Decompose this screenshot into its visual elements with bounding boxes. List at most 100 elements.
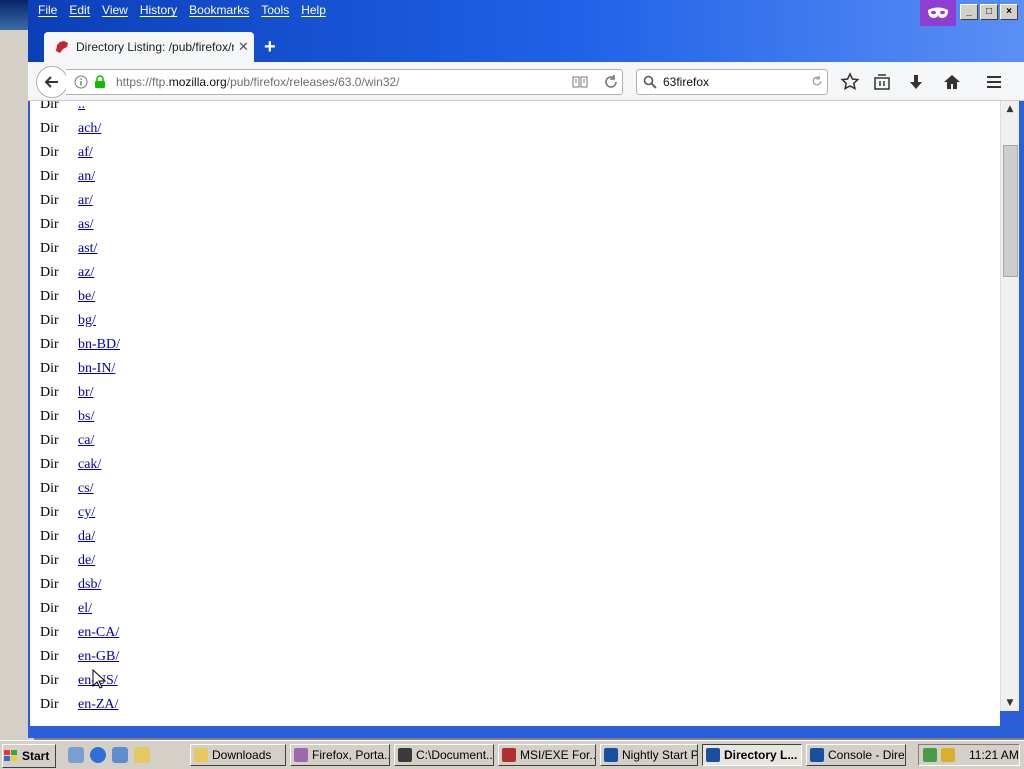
taskbar-task[interactable]: Directory L... — [702, 744, 802, 766]
task-app-icon — [706, 748, 720, 762]
vertical-scrollbar[interactable]: ▲ ▼ — [1000, 101, 1019, 711]
listing-row: Dir be/ — [40, 285, 120, 309]
new-tab-button[interactable]: + — [264, 36, 276, 59]
listing-row: Dir ach/ — [40, 117, 120, 141]
task-app-icon — [398, 748, 412, 762]
taskbar-task[interactable]: Downloads — [190, 744, 286, 766]
library-icon[interactable] — [872, 72, 892, 92]
directory-link[interactable]: ast/ — [78, 241, 97, 257]
url-bar[interactable]: https://ftp.mozilla.org/pub/firefox/rele… — [66, 69, 623, 95]
system-tray: 11:21 AM — [918, 744, 1020, 766]
listing-row: Dir bn-IN/ — [40, 357, 120, 381]
directory-listing: Dir.. Dir ach/Dir af/Dir an/Dir ar/Dir as/Dir a… — [40, 101, 120, 717]
close-window-button[interactable]: × — [1000, 4, 1018, 20]
entry-type: Dir — [40, 337, 59, 352]
listing-row: Dir ar/ — [40, 189, 120, 213]
url-scheme: https://ftp. — [116, 75, 169, 89]
reader-view-icon[interactable] — [572, 75, 588, 89]
home-icon[interactable] — [942, 72, 962, 92]
taskbar-task[interactable]: MSI/EXE For... — [498, 744, 596, 766]
show-desktop-icon[interactable] — [68, 747, 84, 763]
directory-link[interactable]: be/ — [78, 289, 95, 305]
taskbar-task[interactable]: Nightly Start P... — [600, 744, 698, 766]
directory-link[interactable]: en-GB/ — [78, 649, 119, 665]
taskbar-task[interactable]: Console - Dire... — [806, 744, 906, 766]
directory-link[interactable]: ar/ — [78, 193, 93, 209]
entry-type: Dir — [40, 241, 59, 256]
listing-row: Dir cak/ — [40, 453, 120, 477]
task-app-icon — [194, 748, 208, 762]
directory-link[interactable]: as/ — [78, 217, 94, 233]
outlook-express-icon[interactable] — [112, 747, 128, 763]
directory-link[interactable]: da/ — [78, 529, 95, 545]
clock: 11:21 AM — [969, 748, 1019, 762]
listing-row: Dir az/ — [40, 261, 120, 285]
directory-link[interactable]: en-ZA/ — [78, 697, 118, 713]
directory-link[interactable]: en-CA/ — [78, 625, 119, 641]
listing-row: Dir.. — [40, 101, 120, 117]
entry-type: Dir — [40, 649, 59, 664]
taskbar-task[interactable]: Firefox, Porta... — [290, 744, 390, 766]
listing-row: Dir el/ — [40, 597, 120, 621]
maximize-button[interactable]: □ — [980, 4, 998, 20]
secure-lock-icon[interactable] — [94, 75, 106, 89]
listing-row: Dir as/ — [40, 213, 120, 237]
directory-link[interactable]: bn-BD/ — [78, 337, 120, 353]
close-tab-icon[interactable]: ✕ — [238, 40, 249, 55]
search-reload-icon[interactable] — [811, 75, 823, 87]
menu-file[interactable]: File — [32, 0, 63, 22]
directory-link[interactable]: bn-IN/ — [78, 361, 115, 377]
menu-edit[interactable]: Edit — [63, 0, 96, 22]
directory-link[interactable]: ach/ — [78, 121, 101, 137]
directory-link[interactable]: el/ — [78, 601, 92, 617]
mouse-cursor-icon — [92, 669, 106, 689]
menu-help[interactable]: Help — [295, 0, 332, 22]
directory-link[interactable]: br/ — [78, 385, 94, 401]
entry-type: Dir — [40, 529, 59, 544]
entry-type: Dir — [40, 457, 59, 472]
entry-type: Dir — [40, 101, 59, 112]
directory-link[interactable]: cak/ — [78, 457, 101, 473]
taskbar-task[interactable]: C:\Document... — [394, 744, 494, 766]
directory-link[interactable]: .. — [78, 101, 85, 113]
minimize-button[interactable]: _ — [960, 4, 978, 20]
directory-link[interactable]: cs/ — [78, 481, 94, 497]
tab-directory-listing[interactable]: Directory Listing: /pub/firefox/r... ✕ — [44, 32, 254, 62]
titlebar: File Edit View History Bookmarks Tools H… — [28, 0, 1024, 62]
site-info-icon[interactable] — [74, 75, 88, 89]
scroll-down-arrow-icon[interactable]: ▼ — [1001, 695, 1019, 711]
bookmark-star-icon[interactable] — [840, 72, 860, 92]
menu-history[interactable]: History — [134, 0, 183, 22]
directory-link[interactable]: az/ — [78, 265, 94, 281]
scrollbar-thumb[interactable] — [1003, 145, 1018, 277]
internet-explorer-icon[interactable] — [90, 747, 106, 763]
directory-link[interactable]: ca/ — [78, 433, 94, 449]
reload-icon[interactable] — [604, 74, 618, 90]
directory-link[interactable]: af/ — [78, 145, 93, 161]
page-content: Dir.. Dir ach/Dir af/Dir an/Dir ar/Dir as/Dir a… — [30, 101, 1000, 726]
menu-tools[interactable]: Tools — [255, 0, 295, 22]
search-folder-icon[interactable] — [134, 747, 150, 763]
directory-link[interactable]: dsb/ — [78, 577, 101, 593]
taskbar: Start Downloads Firefox, Porta... C:\Docum… — [0, 740, 1024, 769]
menu-view[interactable]: View — [96, 0, 134, 22]
directory-link[interactable]: cy/ — [78, 505, 95, 521]
network-tray-icon[interactable] — [923, 748, 937, 762]
hamburger-menu-icon[interactable] — [984, 72, 1004, 92]
listing-row: Diren-US/ — [40, 669, 120, 693]
listing-row: Dir bg/ — [40, 309, 120, 333]
entry-type: Dir — [40, 697, 59, 712]
directory-link[interactable]: de/ — [78, 553, 95, 569]
start-button[interactable]: Start — [2, 744, 56, 768]
scroll-up-arrow-icon[interactable]: ▲ — [1001, 101, 1019, 117]
search-bar[interactable]: 63firefox — [636, 69, 828, 95]
ftp-favicon-icon — [56, 41, 68, 53]
menu-bookmarks[interactable]: Bookmarks — [183, 0, 255, 22]
directory-link[interactable]: bg/ — [78, 313, 96, 329]
directory-link[interactable]: bs/ — [78, 409, 94, 425]
start-label: Start — [22, 749, 50, 763]
directory-link[interactable]: an/ — [78, 169, 95, 185]
back-button[interactable] — [36, 66, 68, 98]
downloads-icon[interactable] — [906, 72, 926, 92]
volume-tray-icon[interactable] — [941, 748, 955, 762]
